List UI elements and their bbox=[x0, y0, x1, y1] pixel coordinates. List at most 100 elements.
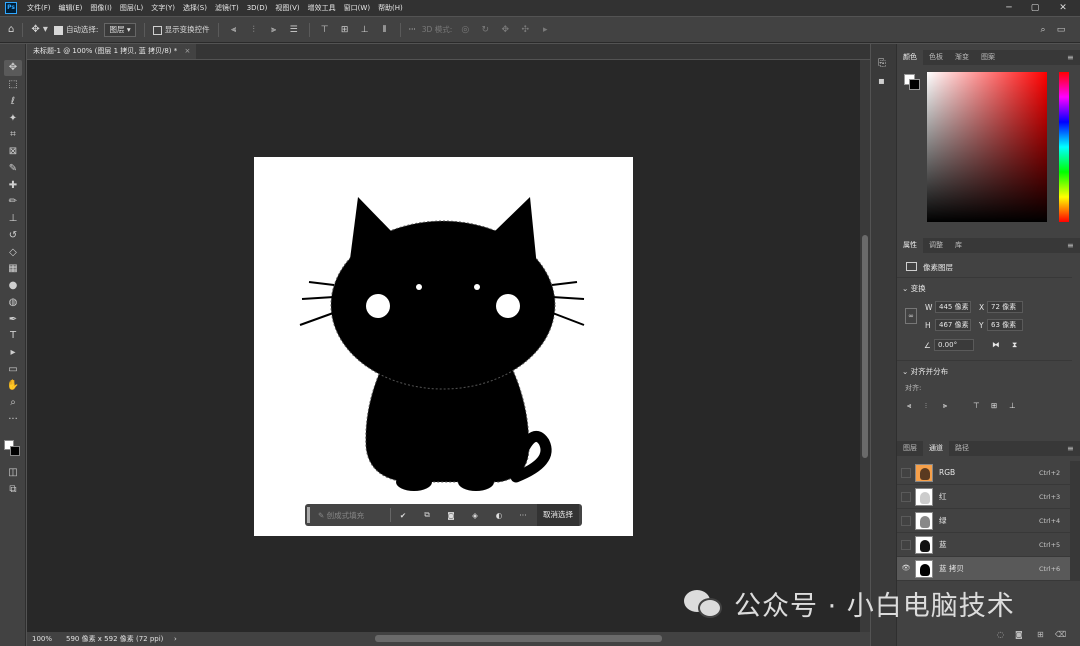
minimize-button[interactable]: ─ bbox=[996, 0, 1022, 16]
delete-channel-icon[interactable]: ⌫ bbox=[1055, 630, 1066, 639]
menu-help[interactable]: 帮助(H) bbox=[374, 3, 407, 13]
channel-row-green[interactable]: 绿 Ctrl+4 bbox=[897, 509, 1070, 533]
frame-tool-icon[interactable]: ⊠ bbox=[4, 144, 22, 160]
more-tools-icon[interactable]: ··· bbox=[4, 412, 22, 428]
close-button[interactable]: ✕ bbox=[1050, 0, 1076, 16]
align-right-icon[interactable]: ⫸ bbox=[267, 23, 281, 37]
tab-properties[interactable]: 属性 bbox=[897, 238, 923, 253]
generative-fill-button[interactable]: ✎ 创成式填充 bbox=[318, 510, 390, 521]
tab-paths[interactable]: 路径 bbox=[949, 441, 975, 456]
menu-view[interactable]: 视图(V) bbox=[271, 3, 303, 13]
screen-mode-icon[interactable]: ⧉ bbox=[4, 482, 22, 498]
tab-swatches[interactable]: 色板 bbox=[923, 50, 949, 65]
new-channel-icon[interactable]: ⊞ bbox=[1037, 630, 1044, 639]
visibility-toggle[interactable] bbox=[901, 539, 911, 550]
status-menu-arrow[interactable]: › bbox=[174, 635, 177, 643]
align-top-edges-icon[interactable]: ⊤ bbox=[973, 401, 980, 410]
hand-tool-icon[interactable]: ✋ bbox=[4, 378, 22, 394]
clone-stamp-tool-icon[interactable]: ⊥ bbox=[4, 211, 22, 227]
comments-panel-icon[interactable]: ▪ bbox=[878, 76, 885, 87]
link-proportions-icon[interactable]: ∞ bbox=[905, 308, 917, 324]
tab-color[interactable]: 颜色 bbox=[897, 50, 923, 65]
background-color-chip[interactable] bbox=[909, 79, 920, 90]
adjustment-icon[interactable]: ◐ bbox=[487, 511, 511, 520]
brush-tool-icon[interactable]: ✏ bbox=[4, 194, 22, 210]
quick-mask-icon[interactable]: ◫ bbox=[4, 465, 22, 481]
channel-row-rgb[interactable]: RGB Ctrl+2 bbox=[897, 461, 1070, 485]
eye-icon[interactable]: 👁 bbox=[901, 564, 911, 574]
search-icon[interactable]: ⌕ bbox=[1036, 23, 1050, 37]
align-vertical-centers-icon[interactable]: ⊞ bbox=[991, 401, 997, 410]
menu-window[interactable]: 窗口(W) bbox=[340, 3, 374, 13]
fill-icon[interactable]: ◈ bbox=[463, 511, 487, 520]
color-field[interactable] bbox=[927, 72, 1047, 222]
zoom-level[interactable]: 100% bbox=[32, 635, 66, 643]
more-actions-button[interactable]: ··· bbox=[511, 511, 535, 520]
marquee-tool-icon[interactable]: ⬚ bbox=[4, 77, 22, 93]
blur-tool-icon[interactable]: ● bbox=[4, 278, 22, 294]
magic-wand-tool-icon[interactable]: ✦ bbox=[4, 111, 22, 127]
eraser-tool-icon[interactable]: ◇ bbox=[4, 245, 22, 261]
panel-menu-icon[interactable]: ≡ bbox=[1067, 444, 1074, 453]
tab-patterns[interactable]: 图案 bbox=[975, 50, 1001, 65]
document-tab[interactable]: 未标题-1 @ 100% (图层 1 拷贝, 蓝 拷贝/8) * × bbox=[27, 44, 197, 59]
tab-channels[interactable]: 通道 bbox=[923, 441, 949, 456]
channels-scrollbar[interactable] bbox=[1070, 461, 1080, 581]
tab-libraries[interactable]: 库 bbox=[949, 238, 968, 253]
dodge-tool-icon[interactable]: ◍ bbox=[4, 295, 22, 311]
height-field[interactable]: 467 像素 bbox=[935, 319, 971, 331]
menu-file[interactable]: 文件(F) bbox=[23, 3, 55, 13]
more-options-button[interactable]: ··· bbox=[409, 25, 416, 34]
menu-plugins[interactable]: 增效工具 bbox=[304, 3, 340, 13]
channel-row-blue[interactable]: 蓝 Ctrl+5 bbox=[897, 533, 1070, 557]
eyedropper-tool-icon[interactable]: ✎ bbox=[4, 161, 22, 177]
angle-field[interactable]: 0.00° bbox=[934, 339, 974, 351]
gradient-tool-icon[interactable]: ▦ bbox=[4, 261, 22, 277]
history-brush-tool-icon[interactable]: ↺ bbox=[4, 228, 22, 244]
align-vcenter-icon[interactable]: ⊞ bbox=[338, 23, 352, 37]
align-horizontal-centers-icon[interactable]: ⫶ bbox=[925, 401, 927, 411]
panel-menu-icon[interactable]: ≡ bbox=[1067, 241, 1074, 250]
align-section-toggle[interactable]: ⌄ 对齐并分布 bbox=[902, 366, 948, 377]
move-tool-icon[interactable]: ✥ bbox=[4, 60, 22, 76]
history-panel-icon[interactable]: ⎘ bbox=[878, 58, 886, 69]
align-left-edges-icon[interactable]: ⫷ bbox=[907, 401, 911, 411]
visibility-toggle[interactable] bbox=[901, 491, 911, 502]
select-subject-icon[interactable]: ✔ bbox=[391, 511, 415, 520]
tab-adjustments[interactable]: 调整 bbox=[923, 238, 949, 253]
auto-select-dropdown[interactable]: 图层 ▾ bbox=[104, 22, 136, 37]
lasso-tool-icon[interactable]: ℓ bbox=[4, 94, 22, 110]
channel-row-blue-copy[interactable]: 👁 蓝 拷贝 Ctrl+6 bbox=[897, 557, 1070, 581]
align-left-icon[interactable]: ⫷ bbox=[227, 23, 241, 37]
document-canvas[interactable] bbox=[254, 157, 633, 536]
panel-menu-icon[interactable]: ≡ bbox=[1067, 53, 1074, 62]
tab-gradients[interactable]: 渐变 bbox=[949, 50, 975, 65]
align-right-edges-icon[interactable]: ⫸ bbox=[943, 401, 947, 411]
menu-layer[interactable]: 图层(L) bbox=[116, 3, 147, 13]
menu-filter[interactable]: 滤镜(T) bbox=[211, 3, 243, 13]
channel-row-red[interactable]: 红 Ctrl+3 bbox=[897, 485, 1070, 509]
menu-edit[interactable]: 编辑(E) bbox=[55, 3, 87, 13]
crop-tool-icon[interactable]: ⌗ bbox=[4, 127, 22, 143]
x-field[interactable]: 72 像素 bbox=[987, 301, 1023, 313]
healing-brush-tool-icon[interactable]: ✚ bbox=[4, 178, 22, 194]
distribute-vertical-icon[interactable]: ☰ bbox=[287, 23, 301, 37]
visibility-toggle[interactable] bbox=[901, 467, 911, 478]
move-tool-preset-icon[interactable]: ✥ ▾ bbox=[31, 24, 48, 35]
menu-image[interactable]: 图像(I) bbox=[86, 3, 116, 13]
distribute-horizontal-icon[interactable]: ⦀ bbox=[378, 23, 392, 37]
align-bottom-edges-icon[interactable]: ⊥ bbox=[1009, 401, 1016, 410]
align-top-icon[interactable]: ⊤ bbox=[318, 23, 332, 37]
show-transform-checkbox[interactable]: 显示变换控件 bbox=[152, 24, 210, 35]
rectangle-tool-icon[interactable]: ▭ bbox=[4, 362, 22, 378]
flip-horizontal-icon[interactable]: ⧓ bbox=[992, 340, 1000, 349]
align-bottom-icon[interactable]: ⊥ bbox=[358, 23, 372, 37]
menu-3d[interactable]: 3D(D) bbox=[243, 4, 272, 12]
tab-close-icon[interactable]: × bbox=[184, 47, 190, 55]
horizontal-scroll-thumb[interactable] bbox=[375, 635, 662, 642]
hue-slider[interactable] bbox=[1059, 72, 1069, 222]
y-field[interactable]: 63 像素 bbox=[987, 319, 1023, 331]
auto-select-checkbox[interactable]: 自动选择: bbox=[53, 24, 98, 35]
load-channel-selection-icon[interactable]: ◌ bbox=[997, 630, 1004, 639]
flip-vertical-icon[interactable]: ⧗ bbox=[1012, 340, 1017, 350]
